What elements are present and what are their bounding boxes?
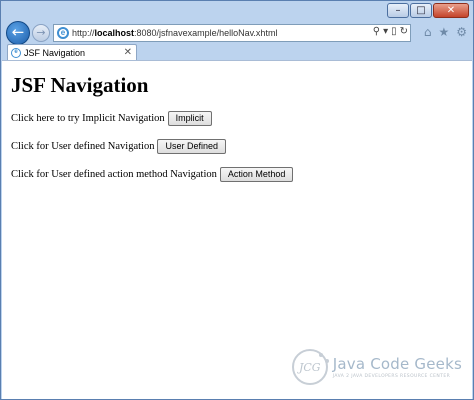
action-method-row: Click for User defined action method Nav… (11, 167, 294, 182)
tab-bar: e JSF Navigation ✕ (1, 44, 473, 60)
url-host: localhost (94, 28, 135, 38)
maximize-button[interactable]: □ (410, 3, 432, 18)
action-method-button[interactable]: Action Method (219, 167, 294, 182)
browser-tools: ⌂ ★ ⚙ (424, 25, 467, 39)
compatibility-view-icon[interactable]: ▯ (391, 26, 397, 37)
address-tools: ⚲ ▾ ▯ ↻ (373, 26, 408, 37)
page-content: JSF Navigation Click here to try Implici… (2, 60, 472, 399)
user-defined-button[interactable]: User Defined (157, 139, 226, 154)
close-tab-icon[interactable]: ✕ (124, 45, 132, 60)
refresh-icon[interactable]: ↻ (400, 26, 408, 37)
ie-icon: e (11, 47, 21, 58)
navigation-bar: ← → e http://localhost:8080/jsfnavexampl… (1, 20, 473, 45)
tools-gear-icon[interactable]: ⚙ (456, 25, 467, 39)
logo-text: JCG (298, 360, 321, 374)
watermark: JCG Java Code Geeks JAVA 2 JAVA DEVELOPE… (291, 349, 462, 385)
home-icon[interactable]: ⌂ (424, 25, 432, 39)
url-rest: :8080/jsfnavexample/helloNav.xhtml (134, 28, 278, 38)
tab-label: JSF Navigation (24, 47, 86, 58)
browser-window: – □ ✕ ← → e http://localhost:8080/jsfnav… (0, 0, 474, 400)
chevron-down-icon[interactable]: ▾ (383, 26, 388, 37)
implicit-button[interactable]: Implicit (167, 111, 212, 126)
ie-icon: e (57, 27, 69, 39)
page-title: JSF Navigation (11, 73, 149, 97)
url-prefix: http:// (72, 28, 95, 38)
minimize-button[interactable]: – (387, 3, 409, 18)
jcg-logo-icon: JCG (291, 349, 329, 385)
back-arrow-icon[interactable]: ← (6, 21, 30, 45)
watermark-tagline: JAVA 2 JAVA DEVELOPERS RESOURCE CENTER (332, 374, 451, 379)
user-defined-row: Click for User defined Navigation User D… (11, 139, 226, 154)
user-defined-label: Click for User defined Navigation (11, 141, 155, 152)
action-method-label: Click for User defined action method Nav… (11, 169, 217, 180)
watermark-brand: Java Code Geeks (332, 355, 462, 373)
close-window-button[interactable]: ✕ (433, 3, 469, 18)
address-url: http://localhost:8080/jsfnavexample/hell… (72, 28, 277, 38)
favorites-star-icon[interactable]: ★ (438, 25, 449, 39)
forward-arrow-icon[interactable]: → (32, 24, 50, 42)
address-bar[interactable]: e http://localhost:8080/jsfnavexample/he… (53, 24, 411, 42)
watermark-text: Java Code Geeks JAVA 2 JAVA DEVELOPERS R… (333, 355, 462, 379)
implicit-label: Click here to try Implicit Navigation (11, 113, 165, 124)
window-controls: – □ ✕ (387, 3, 469, 18)
search-icon[interactable]: ⚲ (373, 26, 380, 37)
implicit-row: Click here to try Implicit Navigation Im… (11, 111, 212, 126)
tab-jsf-navigation[interactable]: e JSF Navigation ✕ (7, 44, 137, 60)
